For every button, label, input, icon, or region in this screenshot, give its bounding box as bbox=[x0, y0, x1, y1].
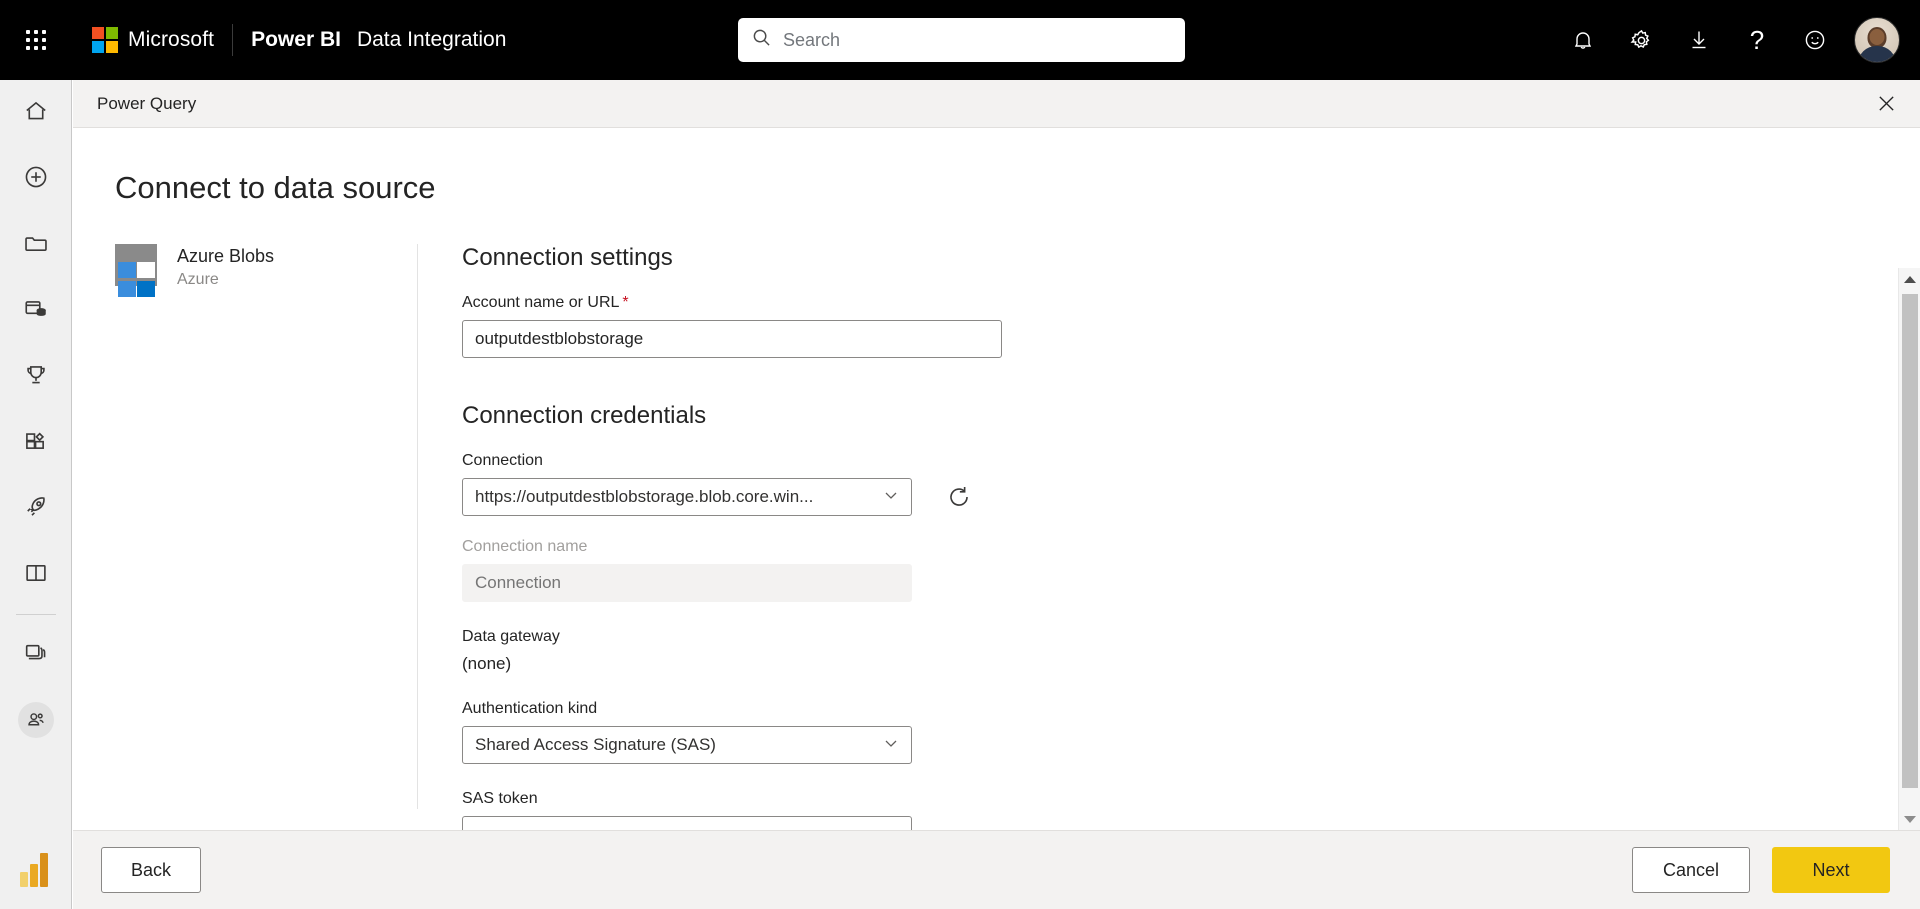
sidebar-item-browse[interactable] bbox=[0, 212, 72, 278]
download-icon[interactable] bbox=[1670, 11, 1728, 69]
topbar-actions: ? bbox=[1554, 0, 1906, 80]
microsoft-logo-link[interactable]: Microsoft bbox=[92, 27, 214, 53]
connection-row: https://outputdestblobstorage.blob.core.… bbox=[462, 478, 1880, 516]
waffle-icon bbox=[26, 30, 46, 50]
power-bi-logo-icon bbox=[19, 852, 53, 893]
avatar-body bbox=[1858, 46, 1896, 63]
data-source-name: Azure Blobs bbox=[177, 244, 274, 268]
feedback-icon[interactable] bbox=[1786, 11, 1844, 69]
account-name-input[interactable] bbox=[462, 320, 1002, 358]
connection-label: Connection bbox=[462, 452, 1880, 470]
plus-circle-icon bbox=[23, 164, 49, 195]
top-navigation-bar: Microsoft Power BI Data Integration Sear… bbox=[0, 0, 1920, 80]
search-input[interactable]: Search bbox=[738, 18, 1185, 62]
rail-divider bbox=[16, 614, 56, 615]
workspaces-icon bbox=[23, 639, 49, 670]
next-button[interactable]: Next bbox=[1772, 847, 1890, 893]
powerbi-logo-footer bbox=[0, 852, 72, 893]
vertical-scrollbar[interactable] bbox=[1898, 268, 1920, 830]
sidebar-item-my-workspace[interactable] bbox=[0, 687, 72, 753]
dialog-header: Power Query bbox=[73, 80, 1920, 128]
authentication-kind-dropdown[interactable]: Shared Access Signature (SAS) bbox=[462, 726, 912, 764]
help-question-mark: ? bbox=[1750, 27, 1764, 53]
sas-token-label: SAS token bbox=[462, 790, 1880, 808]
user-avatar[interactable] bbox=[1854, 17, 1900, 63]
footer-actions: Cancel Next bbox=[1632, 847, 1890, 893]
settings-column: Connection settings Account name or URL*… bbox=[462, 244, 1920, 854]
connection-dropdown[interactable]: https://outputdestblobstorage.blob.core.… bbox=[462, 478, 912, 516]
data-source-item[interactable]: Azure Blobs Azure bbox=[115, 244, 417, 291]
search-placeholder: Search bbox=[783, 30, 840, 51]
account-name-label: Account name or URL* bbox=[462, 294, 1880, 312]
column-divider bbox=[417, 244, 418, 809]
sidebar-item-data-hub[interactable] bbox=[0, 278, 72, 344]
back-button[interactable]: Back bbox=[101, 847, 201, 893]
search-icon bbox=[752, 28, 771, 52]
apps-icon bbox=[23, 428, 49, 459]
authentication-kind-label: Authentication kind bbox=[462, 700, 1880, 718]
left-navigation-rail bbox=[0, 80, 72, 909]
home-icon bbox=[23, 98, 49, 129]
required-asterisk: * bbox=[622, 294, 628, 311]
sidebar-item-apps[interactable] bbox=[0, 410, 72, 476]
scroll-up-icon[interactable] bbox=[1899, 268, 1920, 290]
data-gateway-block: Data gateway (none) bbox=[462, 628, 1880, 674]
dialog-body: Connect to data source Azure Blobs Azure bbox=[73, 128, 1920, 830]
people-icon bbox=[18, 702, 54, 738]
data-gateway-label: Data gateway bbox=[462, 628, 1880, 646]
microsoft-wordmark: Microsoft bbox=[128, 28, 214, 52]
account-name-label-text: Account name or URL bbox=[462, 294, 619, 311]
sidebar-item-metrics[interactable] bbox=[0, 344, 72, 410]
sidebar-item-workspaces[interactable] bbox=[0, 621, 72, 687]
settings-icon[interactable] bbox=[1612, 11, 1670, 69]
topbar-divider bbox=[232, 24, 233, 56]
auth-kind-block: Authentication kind Shared Access Signat… bbox=[462, 700, 1880, 764]
data-gateway-value: (none) bbox=[462, 654, 1880, 674]
connection-name-label: Connection name bbox=[462, 538, 1880, 556]
dialog-footer: Back Cancel Next bbox=[73, 830, 1920, 909]
chevron-down-icon bbox=[883, 735, 899, 756]
product-name[interactable]: Power BI bbox=[251, 28, 341, 52]
scrollbar-thumb[interactable] bbox=[1902, 294, 1918, 788]
chevron-down-icon bbox=[883, 487, 899, 508]
folder-icon bbox=[23, 230, 49, 261]
azure-blobs-icon bbox=[115, 244, 157, 286]
sidebar-item-create[interactable] bbox=[0, 146, 72, 212]
data-hub-icon bbox=[23, 296, 49, 327]
book-icon bbox=[23, 560, 49, 591]
sidebar-item-learn[interactable] bbox=[0, 542, 72, 608]
microsoft-logo-icon bbox=[92, 27, 118, 53]
notifications-icon[interactable] bbox=[1554, 11, 1612, 69]
help-icon[interactable]: ? bbox=[1728, 11, 1786, 69]
app-name: Data Integration bbox=[357, 28, 506, 52]
sidebar-item-deployment-pipelines[interactable] bbox=[0, 476, 72, 542]
page-title: Connect to data source bbox=[73, 128, 1920, 206]
rocket-icon bbox=[23, 494, 49, 525]
connection-credentials-heading: Connection credentials bbox=[462, 402, 1880, 430]
connection-selected-value: https://outputdestblobstorage.blob.core.… bbox=[475, 487, 875, 507]
connection-settings-heading: Connection settings bbox=[462, 244, 1880, 272]
power-query-dialog: Power Query Connect to data source Azure… bbox=[73, 80, 1920, 909]
avatar-face bbox=[1870, 29, 1885, 45]
authentication-kind-value: Shared Access Signature (SAS) bbox=[475, 735, 875, 755]
trophy-icon bbox=[23, 362, 49, 393]
connection-name-input bbox=[462, 564, 912, 602]
data-source-category: Azure bbox=[177, 268, 274, 291]
data-source-column: Azure Blobs Azure bbox=[73, 244, 417, 854]
cancel-button[interactable]: Cancel bbox=[1632, 847, 1750, 893]
app-launcher-button[interactable] bbox=[8, 12, 64, 68]
dialog-title: Power Query bbox=[97, 94, 196, 114]
dialog-columns: Azure Blobs Azure Connection settings Ac… bbox=[73, 244, 1920, 854]
refresh-connection-icon[interactable] bbox=[942, 480, 976, 514]
scroll-down-icon[interactable] bbox=[1899, 808, 1920, 830]
sidebar-item-home[interactable] bbox=[0, 80, 72, 146]
close-icon[interactable] bbox=[1864, 84, 1908, 124]
